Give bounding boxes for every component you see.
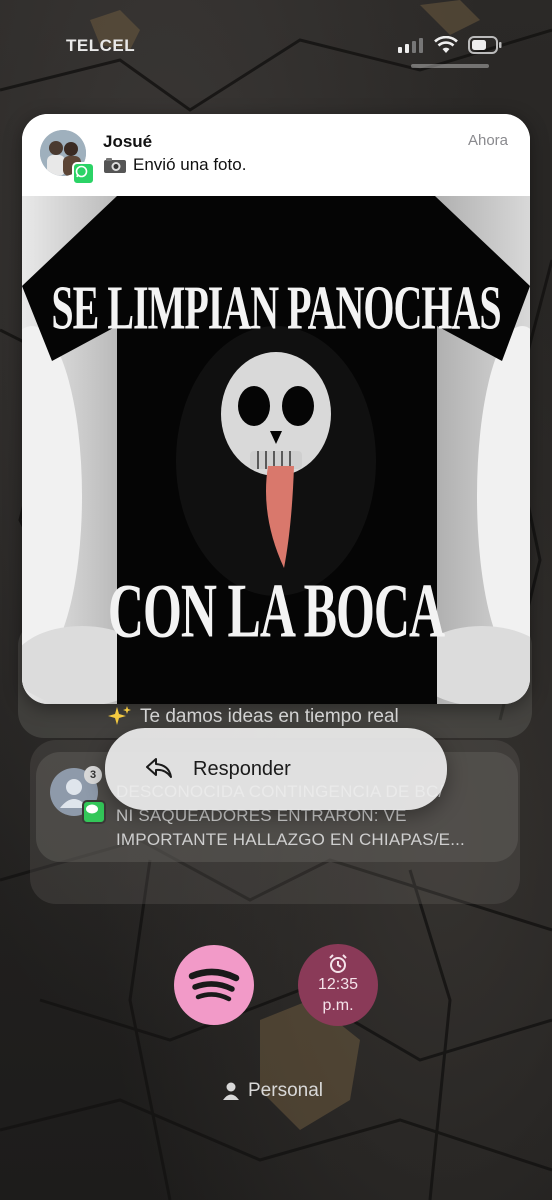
spotify-icon <box>188 968 240 1002</box>
message-text: Envió una foto. <box>133 155 247 174</box>
alarm-widget[interactable]: 12:35 p.m. <box>298 944 378 1026</box>
camera-icon <box>104 158 126 173</box>
battery-icon <box>468 36 502 54</box>
notification-count-badge: 3 <box>84 766 102 784</box>
notification-header: Josué Ahora Envió una foto. <box>22 114 530 196</box>
sparkles-icon <box>108 706 131 725</box>
reply-menu-item[interactable]: Responder <box>105 728 447 810</box>
spotify-button[interactable] <box>174 945 254 1025</box>
sender-name: Josué <box>103 132 153 151</box>
status-bar: TELCEL <box>0 0 552 80</box>
alarm-clock-icon <box>329 954 347 973</box>
reply-icon <box>146 758 172 778</box>
status-indicator-bar <box>411 64 489 68</box>
photo-text-top: SE LIMPIAN PANOCHAS <box>51 272 501 343</box>
reply-label: Responder <box>193 758 291 780</box>
messages-icon <box>82 800 106 824</box>
whatsapp-icon <box>72 162 95 185</box>
wifi-icon <box>434 36 458 53</box>
status-icons <box>398 36 502 54</box>
carrier-label: TELCEL <box>66 36 136 55</box>
alarm-ampm: p.m. <box>322 997 354 1014</box>
signal-icon <box>398 38 423 53</box>
suggestion-line: Te damos ideas en tiempo real <box>108 705 399 729</box>
focus-mode-indicator[interactable]: Personal <box>222 1080 323 1102</box>
shared-photo[interactable]: SE LIMPIAN PANOCHAS CON LA BOCA <box>22 196 530 704</box>
photo-text-bottom: CON LA BOCA <box>107 566 445 654</box>
person-icon <box>223 1082 239 1100</box>
notification-time: Ahora <box>467 132 508 149</box>
messages-line-3: IMPORTANTE HALLAZGO EN CHIAPAS/E... <box>116 830 465 849</box>
suggestion-text: Te damos ideas en tiempo real <box>140 706 399 727</box>
whatsapp-notification-card[interactable]: Josué Ahora Envió una foto. SE LIMPIAN P… <box>22 114 530 704</box>
alarm-time: 12:35 <box>317 976 359 993</box>
notification-message: Envió una foto. <box>103 155 246 175</box>
focus-mode-label: Personal <box>248 1080 323 1101</box>
